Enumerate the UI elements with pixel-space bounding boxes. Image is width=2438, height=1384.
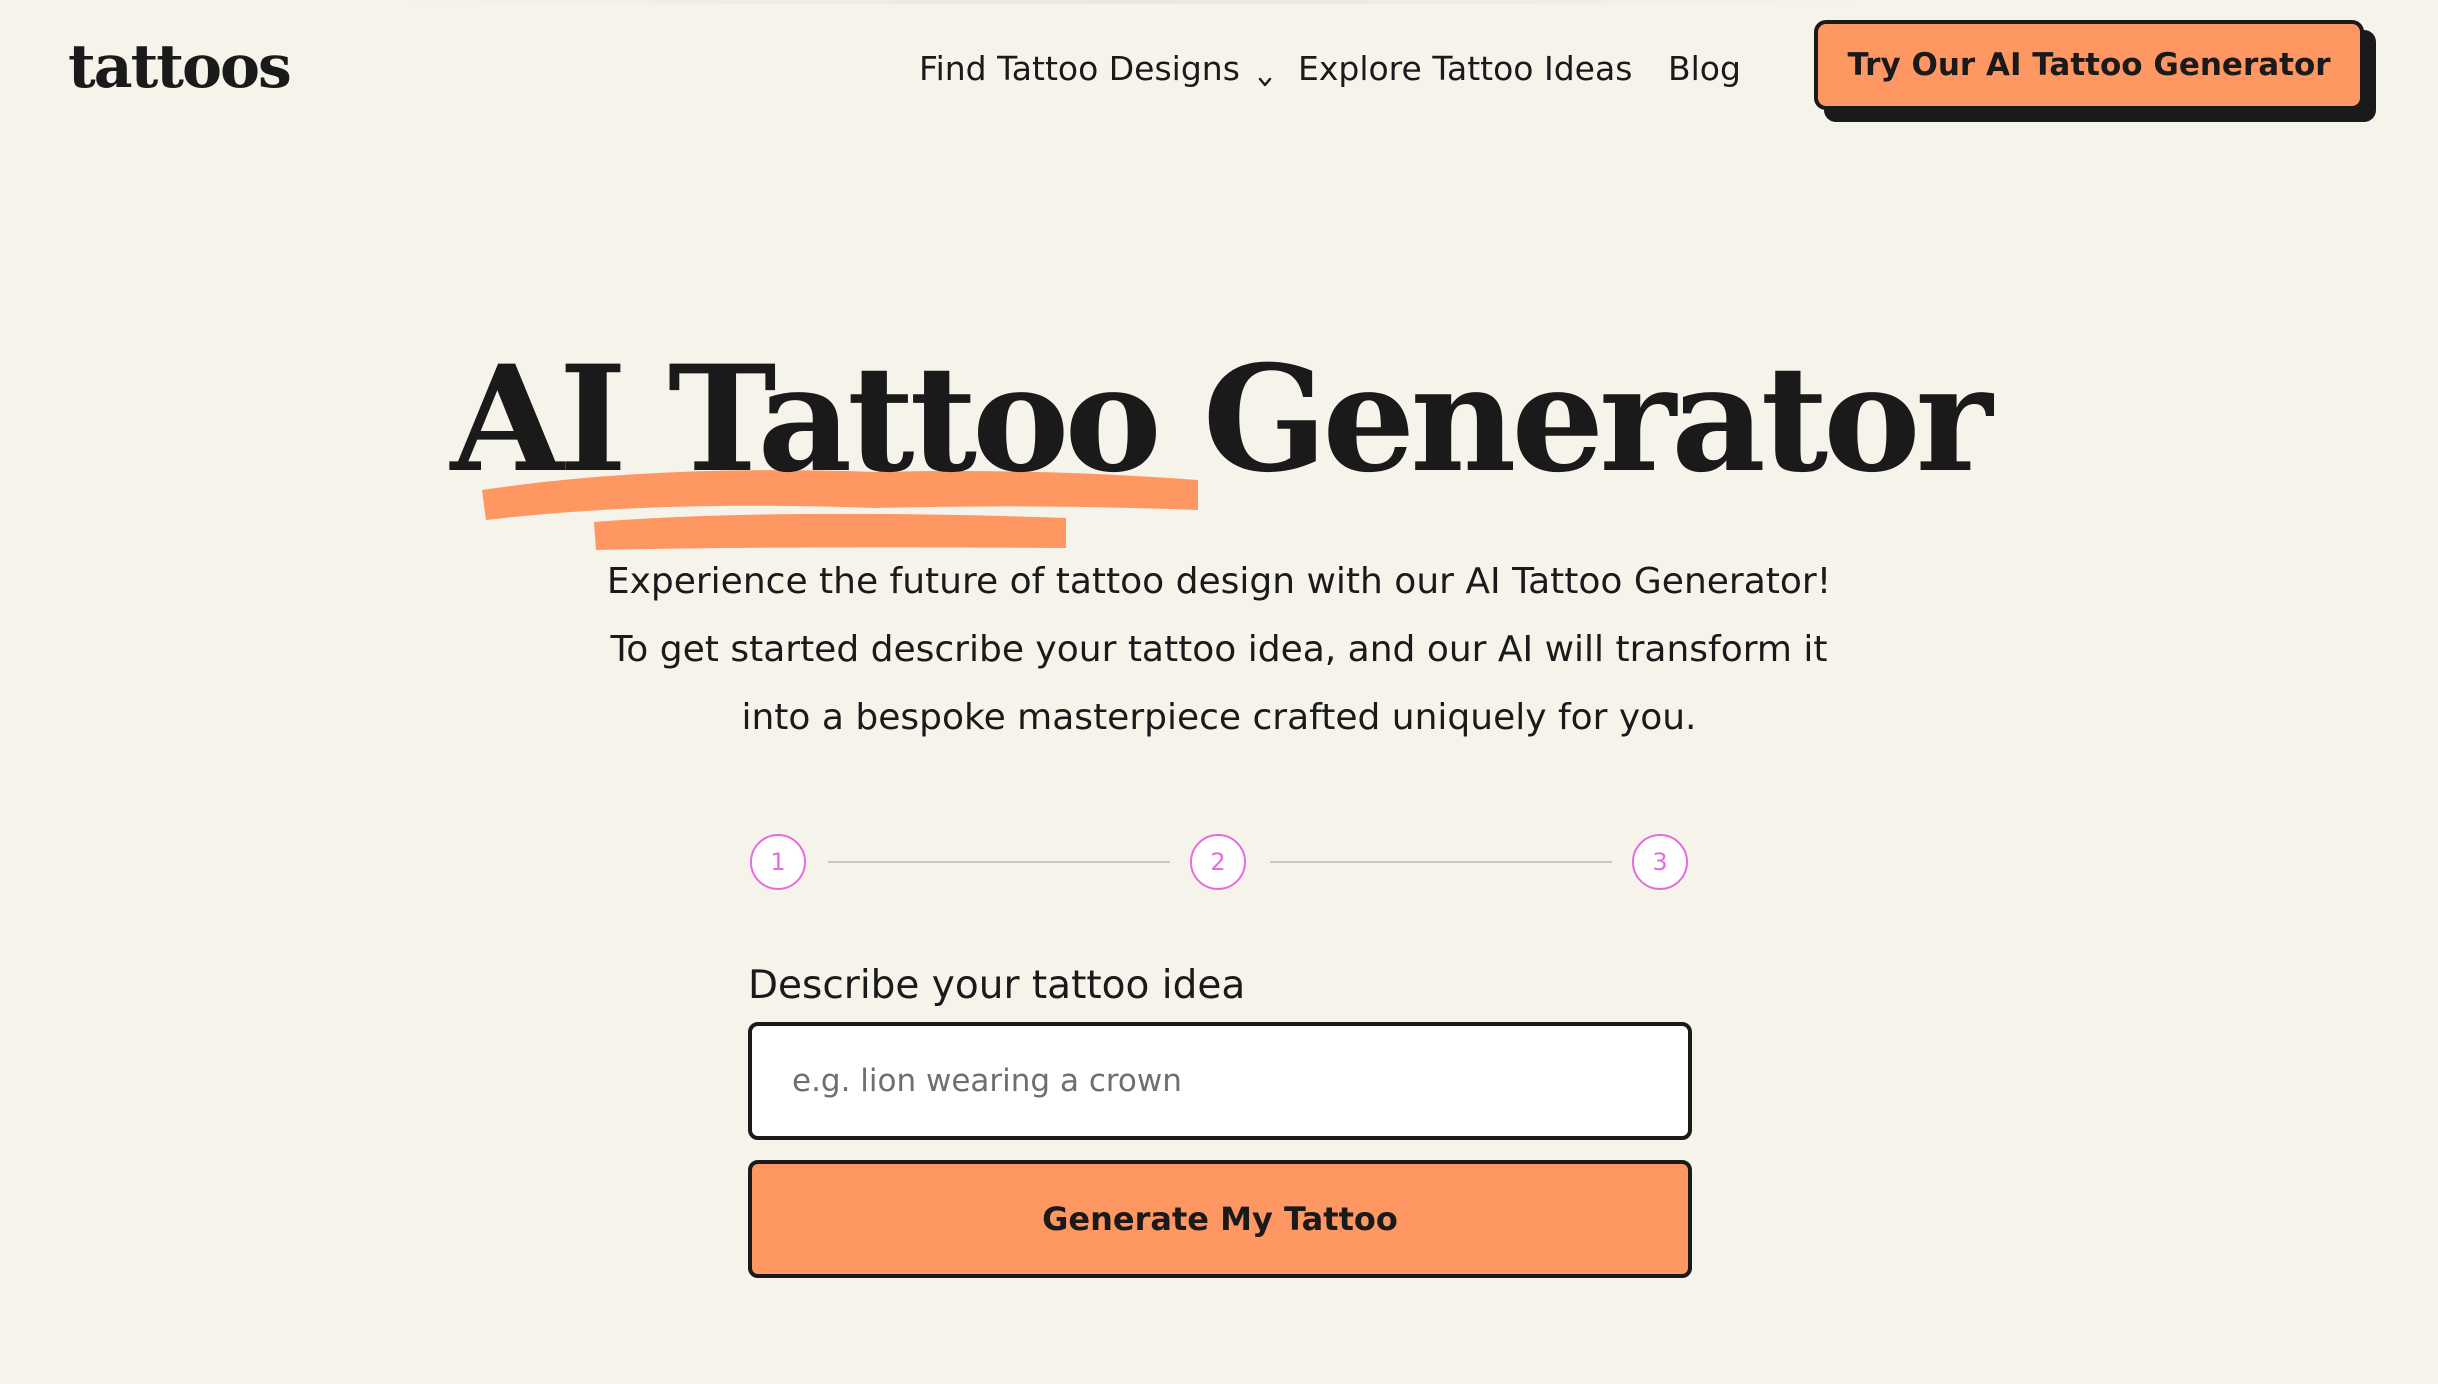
nav-explore-tattoo-ideas[interactable]: Explore Tattoo Ideas [1298, 38, 1632, 98]
hero-description-line: Experience the future of tattoo design w… [606, 561, 1832, 602]
page-title: AI Tattoo Generator [450, 334, 1992, 505]
chevron-down-icon [1258, 58, 1272, 87]
step-connector [1270, 861, 1612, 863]
nav-find-tattoo-designs-label: Find Tattoo Designs [919, 48, 1240, 88]
nav-blog[interactable]: Blog [1668, 38, 1741, 98]
step-3-indicator: 3 [1632, 834, 1688, 890]
generate-tattoo-button[interactable]: Generate My Tattoo [748, 1160, 1692, 1278]
nav-explore-tattoo-ideas-label: Explore Tattoo Ideas [1298, 48, 1633, 88]
nav-find-tattoo-designs[interactable]: Find Tattoo Designs [919, 38, 1272, 98]
site-logo[interactable]: tattoos [68, 22, 292, 112]
step-1-indicator: 1 [750, 834, 806, 890]
try-ai-generator-button[interactable]: Try Our AI Tattoo Generator [1814, 20, 2364, 110]
hero-description-line: To get started describe your tattoo idea… [610, 629, 1828, 670]
tattoo-idea-input[interactable] [748, 1022, 1692, 1140]
hero-description-line: into a bespoke masterpiece crafted uniqu… [741, 697, 1697, 738]
step-connector [828, 861, 1170, 863]
tattoo-idea-label: Describe your tattoo idea [748, 963, 1246, 1008]
nav-blog-label: Blog [1668, 48, 1741, 88]
top-shade [380, 0, 1880, 4]
step-2-indicator: 2 [1190, 834, 1246, 890]
hero-description: Experience the future of tattoo design w… [0, 548, 2438, 752]
